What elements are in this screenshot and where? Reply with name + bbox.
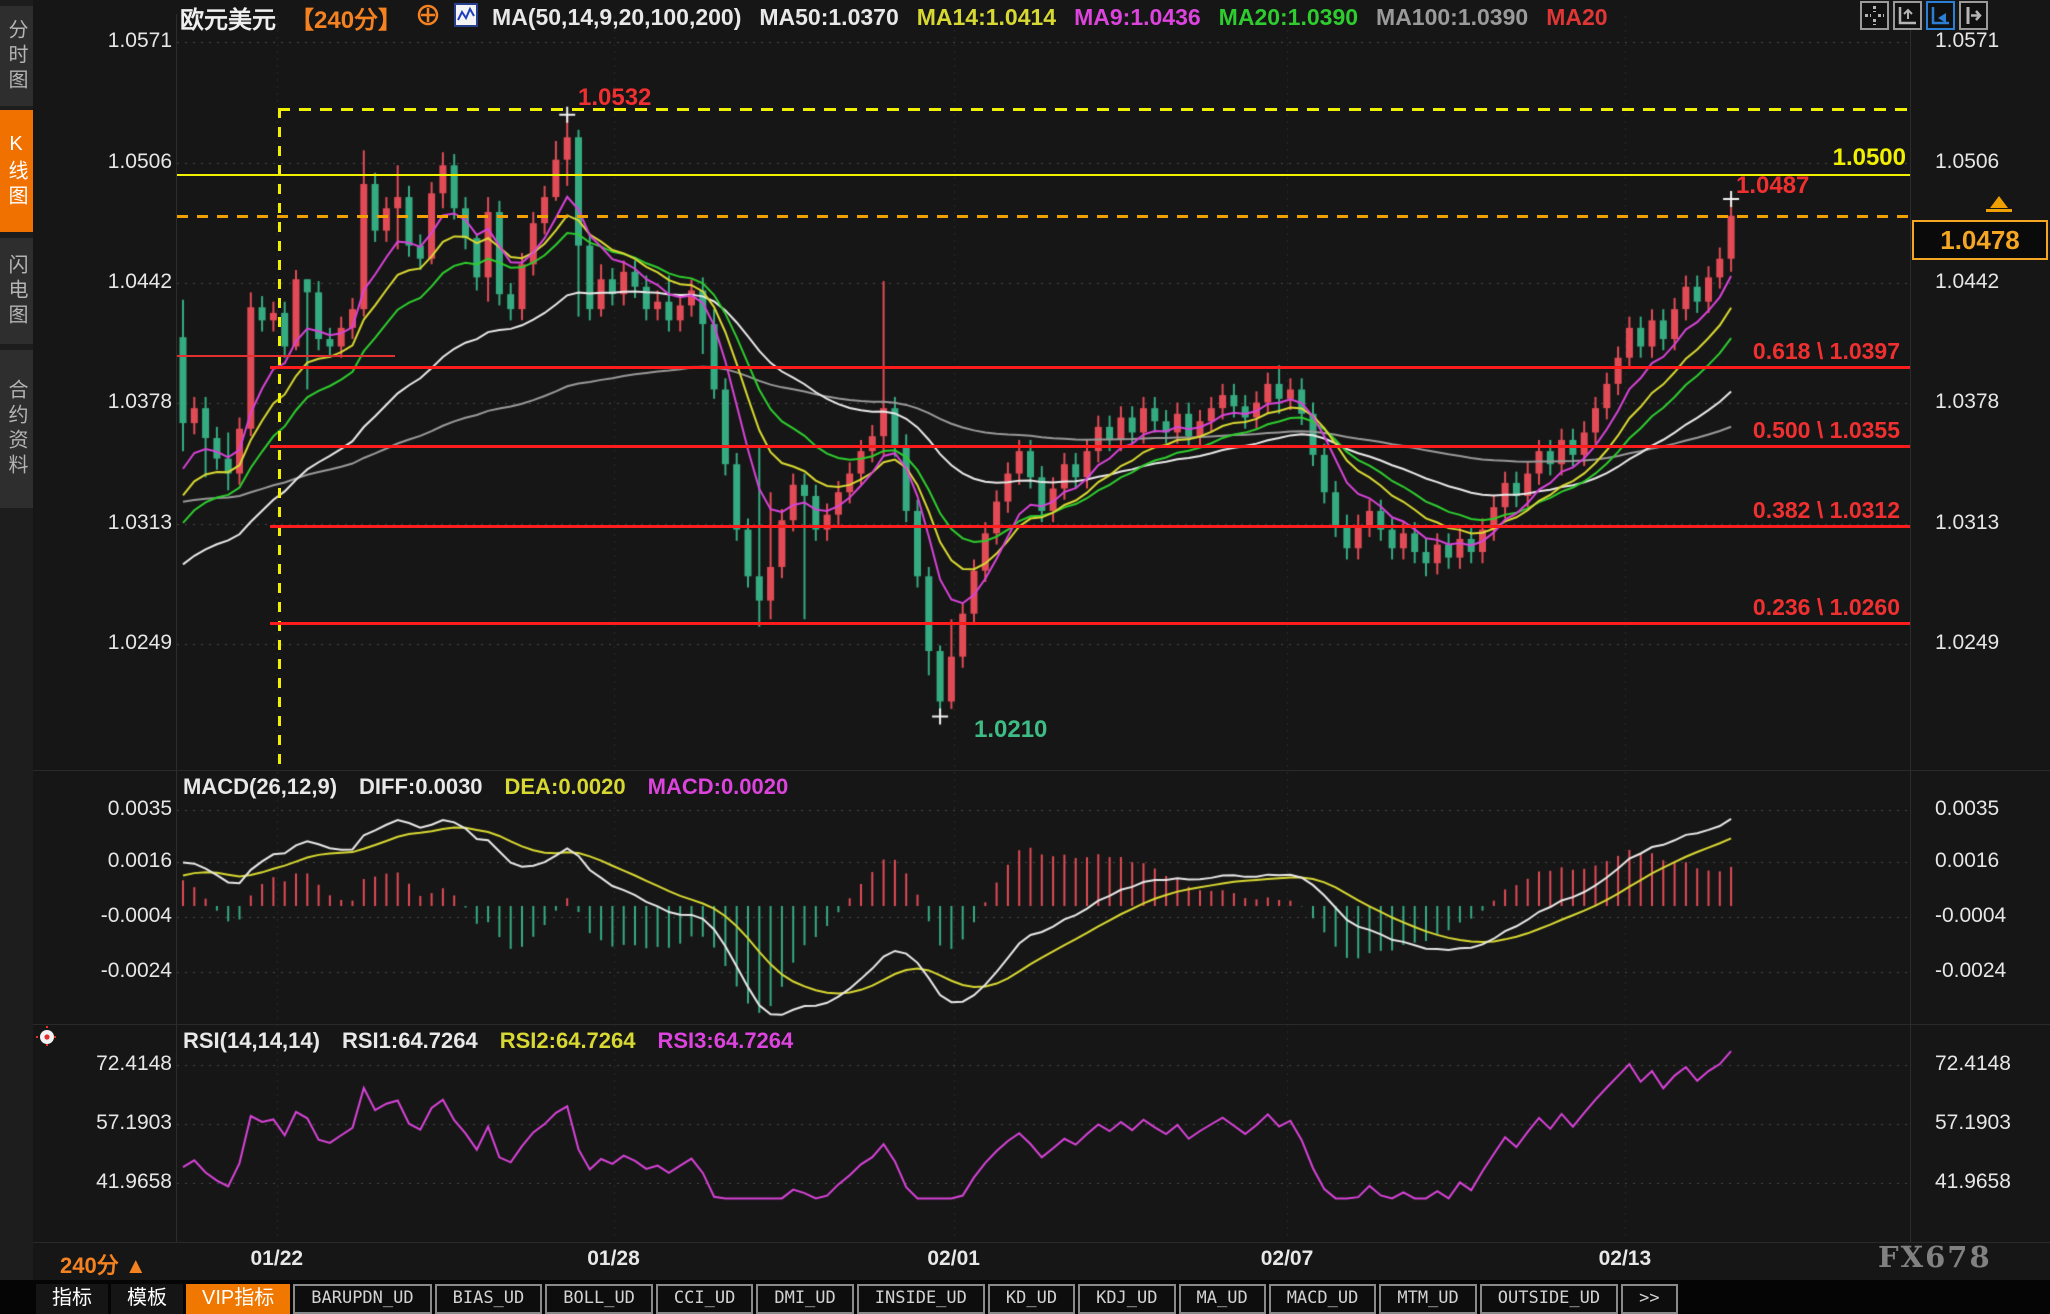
macd-segment-2: DIFF:0.0030 xyxy=(359,774,483,800)
date-label-02/07: 02/07 xyxy=(1261,1247,1314,1271)
pane-separator xyxy=(33,770,2050,771)
swing-high-label: 1.0532 xyxy=(578,84,651,112)
axis-zoom-left-icon[interactable] xyxy=(1893,1,1922,30)
current-price-line[interactable] xyxy=(177,215,1910,218)
watermark: FX678 xyxy=(1878,1240,1992,1274)
sidebar-tab-3[interactable]: 闪电图 xyxy=(0,238,33,344)
ma-segment-3: MA14:1.0414 xyxy=(917,4,1056,30)
date-label-02/01: 02/01 xyxy=(927,1247,980,1271)
bottom-tab-CCI_UD[interactable]: CCI_UD xyxy=(656,1284,753,1314)
chart-toolbar xyxy=(1860,1,1988,30)
bottom-tab--[interactable]: 模板 xyxy=(111,1284,183,1314)
bottom-tab-OUTSIDE_UD[interactable]: OUTSIDE_UD xyxy=(1480,1284,1618,1314)
bottom-tab-MACD_UD[interactable]: MACD_UD xyxy=(1269,1284,1377,1314)
vertical-dashed-line[interactable] xyxy=(278,108,281,768)
bottom-tab-MTM_UD[interactable]: MTM_UD xyxy=(1379,1284,1476,1314)
ma-segment-4: MA9:1.0436 xyxy=(1074,4,1201,30)
crosshair-icon[interactable] xyxy=(1860,1,1889,30)
price-arrow-icon[interactable] xyxy=(1990,196,2008,208)
rsi-segment-2: RSI1:64.7264 xyxy=(342,1028,478,1054)
mini-chart-icon[interactable] xyxy=(454,3,478,32)
sidebar-tab-4[interactable]: 合约资料 xyxy=(0,350,33,508)
pan-right-icon[interactable] xyxy=(1959,1,1988,30)
bottom-tab-KD_UD[interactable]: KD_UD xyxy=(988,1284,1075,1314)
fib-line-1.0312[interactable] xyxy=(270,525,1910,528)
ma-segment-7: MA20 xyxy=(1546,4,1607,30)
swing-low-label: 1.0210 xyxy=(974,716,1047,744)
macd-segment-3: DEA:0.0020 xyxy=(505,774,626,800)
fib-label-1.0355: 0.500 \ 1.0355 xyxy=(1600,417,1900,444)
fib-line-1.0355[interactable] xyxy=(270,445,1910,448)
fib-label-1.0397: 0.618 \ 1.0397 xyxy=(1600,338,1900,365)
axis-zoom-right-icon[interactable] xyxy=(1926,1,1955,30)
ma-segment-6: MA100:1.0390 xyxy=(1376,4,1528,30)
date-label-02/13: 02/13 xyxy=(1599,1247,1652,1271)
fib-label-1.0312: 0.382 \ 1.0312 xyxy=(1600,497,1900,524)
high-marker-dashed-line[interactable] xyxy=(278,108,1910,111)
sidebar-tab-1[interactable]: 分时图 xyxy=(0,6,33,106)
current-price-box[interactable]: 1.0478 xyxy=(1912,220,2048,260)
price-arrow-base xyxy=(1986,209,2012,212)
target-circle-icon[interactable] xyxy=(416,3,440,32)
bottom-tab-KDJ_UD[interactable]: KDJ_UD xyxy=(1078,1284,1175,1314)
trading-terminal: 分时图 K线图闪电图合约资料 欧元美元 【240分】 MA(50,14,9,20,… xyxy=(0,0,2050,1314)
fib-line-1.026[interactable] xyxy=(270,622,1910,625)
ma-segment-5: MA20:1.0390 xyxy=(1219,4,1358,30)
plot-left-bound xyxy=(176,14,177,1242)
plot-right-bound xyxy=(1910,14,1911,1242)
pane-separator xyxy=(33,1024,2050,1025)
date-label-01/28: 01/28 xyxy=(587,1247,640,1271)
fib-label-1.026: 0.236 \ 1.0260 xyxy=(1600,594,1900,621)
left-sidebar: 分时图 K线图闪电图合约资料 xyxy=(0,0,33,1314)
rsi-segment-4: RSI3:64.7264 xyxy=(658,1028,794,1054)
date-label-01/22: 01/22 xyxy=(251,1247,304,1271)
bottom-tab->>[interactable]: >> xyxy=(1621,1284,1677,1314)
ma-segment-2: MA50:1.0370 xyxy=(759,4,898,30)
rsi-segment-3: RSI2:64.7264 xyxy=(500,1028,636,1054)
macd-segment-4: MACD:0.0020 xyxy=(648,774,789,800)
bottom-tab-BIAS_UD[interactable]: BIAS_UD xyxy=(435,1284,543,1314)
period-label: 【240分】 xyxy=(290,0,402,35)
macd-segment-1: MACD(26,12,9) xyxy=(183,774,337,800)
symbol-title: 欧元美元 xyxy=(180,0,276,35)
rsi-segment-1: RSI(14,14,14) xyxy=(183,1028,320,1054)
bottom-tab-INSIDE_UD[interactable]: INSIDE_UD xyxy=(857,1284,985,1314)
bottom-tab-MA_UD[interactable]: MA_UD xyxy=(1179,1284,1266,1314)
rsi-header: RSI(14,14,14) RSI1:64.7264 RSI2:64.7264 RSI… xyxy=(183,1028,793,1054)
bottom-tab-DMI_UD[interactable]: DMI_UD xyxy=(756,1284,853,1314)
round-level-line[interactable] xyxy=(177,174,1910,176)
ma-segment-1: MA(50,14,9,20,100,200) xyxy=(492,4,741,30)
ma-values: MA(50,14,9,20,100,200) MA50:1.0370 MA14:1.… xyxy=(492,4,1626,31)
indicator-tab-bar: 指标模板VIP指标BARUPDN_UDBIAS_UDBOLL_UDCCI_UDD… xyxy=(0,1280,2050,1314)
recent-high-label: 1.0487 xyxy=(1736,172,1809,200)
bottom-tab--[interactable]: 指标 xyxy=(36,1284,108,1314)
fib-line-1.0397[interactable] xyxy=(270,366,1910,369)
bottom-tab-VIP-[interactable]: VIP指标 xyxy=(186,1284,290,1314)
bottom-tab-BARUPDN_UD[interactable]: BARUPDN_UD xyxy=(293,1284,431,1314)
red-horizontal-segment[interactable] xyxy=(177,355,395,357)
sidebar-tab-2[interactable]: K线图 xyxy=(0,110,33,232)
round-level-label: 1.0500 xyxy=(1742,144,1906,172)
timeframe-badge[interactable]: 240分 ▲ xyxy=(60,1248,147,1280)
bottom-tab-BOLL_UD[interactable]: BOLL_UD xyxy=(545,1284,653,1314)
macd-header: MACD(26,12,9) DIFF:0.0030 DEA:0.0020 MACD:0… xyxy=(183,774,788,800)
pane-separator xyxy=(33,1242,2050,1243)
link-target-icon[interactable] xyxy=(36,1026,58,1053)
chart-header: 欧元美元 【240分】 MA(50,14,9,20,100,200) MA50:1… xyxy=(180,2,1626,32)
